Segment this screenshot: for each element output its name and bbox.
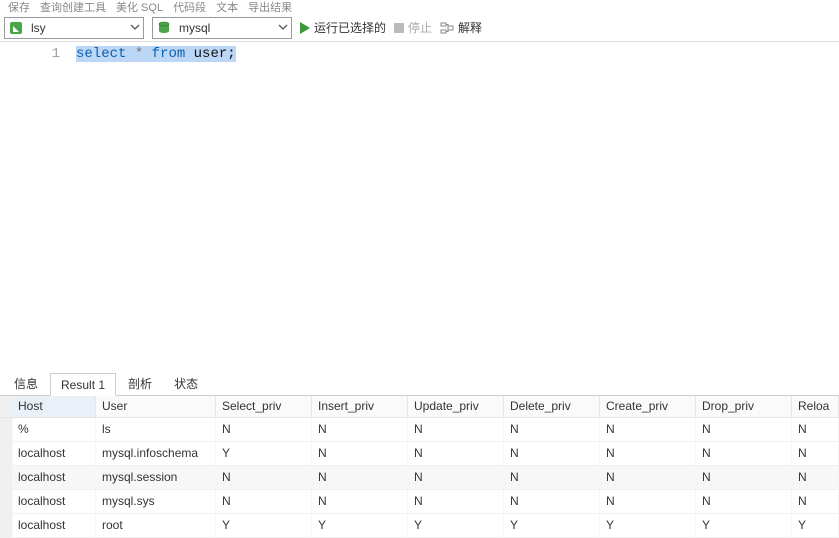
connection-select[interactable]: lsy bbox=[4, 17, 144, 39]
toolbar-item[interactable]: 美化 SQL bbox=[116, 0, 163, 14]
cell[interactable]: N bbox=[696, 466, 792, 489]
result-tabs: 信息 Result 1 剖析 状态 bbox=[0, 372, 839, 396]
cell[interactable]: N bbox=[408, 418, 504, 441]
result-grid[interactable]: Host User Select_priv Insert_priv Update… bbox=[0, 396, 839, 538]
cell[interactable]: N bbox=[408, 490, 504, 513]
cell[interactable]: N bbox=[792, 466, 839, 489]
col-header[interactable]: Create_priv bbox=[600, 396, 696, 417]
cell[interactable]: Y bbox=[504, 514, 600, 537]
run-selected-button[interactable]: 运行已选择的 bbox=[300, 19, 386, 36]
cell[interactable]: N bbox=[600, 442, 696, 465]
cell[interactable]: N bbox=[696, 490, 792, 513]
cell[interactable]: N bbox=[312, 418, 408, 441]
cell[interactable]: N bbox=[600, 490, 696, 513]
toolbar-item[interactable]: 代码段 bbox=[173, 0, 206, 14]
cell[interactable]: N bbox=[312, 490, 408, 513]
toolbar-item[interactable]: 查询创建工具 bbox=[40, 0, 106, 14]
database-value: mysql bbox=[175, 21, 275, 35]
cell[interactable]: localhost bbox=[12, 514, 96, 537]
code-area[interactable]: select * from user; bbox=[70, 42, 839, 372]
cell[interactable]: Y bbox=[600, 514, 696, 537]
cell[interactable]: N bbox=[792, 442, 839, 465]
cell[interactable]: N bbox=[408, 442, 504, 465]
cell[interactable]: N bbox=[312, 442, 408, 465]
stop-button[interactable]: 停止 bbox=[394, 19, 432, 36]
cell[interactable]: N bbox=[216, 466, 312, 489]
table-row[interactable]: localhostmysql.sysNNNNNNN bbox=[0, 490, 839, 514]
top-toolbar: 保存 查询创建工具 美化 SQL 代码段 文本 导出结果 bbox=[0, 0, 839, 14]
cell[interactable]: Y bbox=[792, 514, 839, 537]
chevron-down-icon bbox=[275, 21, 291, 35]
connection-value: lsy bbox=[27, 21, 127, 35]
cell[interactable]: N bbox=[504, 442, 600, 465]
cell[interactable]: mysql.infoschema bbox=[96, 442, 216, 465]
col-header[interactable]: Drop_priv bbox=[696, 396, 792, 417]
grid-header-row: Host User Select_priv Insert_priv Update… bbox=[0, 396, 839, 418]
cell[interactable]: ls bbox=[96, 418, 216, 441]
table-row[interactable]: localhostmysql.infoschemaYNNNNNN bbox=[0, 442, 839, 466]
cell[interactable]: N bbox=[312, 466, 408, 489]
cell[interactable]: N bbox=[216, 418, 312, 441]
cell[interactable]: Y bbox=[696, 514, 792, 537]
col-header[interactable]: Delete_priv bbox=[504, 396, 600, 417]
cell[interactable]: N bbox=[408, 466, 504, 489]
col-header[interactable]: Host bbox=[12, 396, 96, 417]
cell[interactable]: N bbox=[504, 490, 600, 513]
database-icon bbox=[155, 19, 173, 37]
database-select[interactable]: mysql bbox=[152, 17, 292, 39]
table-row[interactable]: localhostmysql.sessionNNNNNNN bbox=[0, 466, 839, 490]
line-gutter: 1 bbox=[0, 42, 70, 372]
table-row[interactable]: localhostrootYYYYYYY bbox=[0, 514, 839, 538]
cell[interactable]: root bbox=[96, 514, 216, 537]
cell[interactable]: localhost bbox=[12, 490, 96, 513]
col-header[interactable]: Insert_priv bbox=[312, 396, 408, 417]
tab-result-1[interactable]: Result 1 bbox=[50, 373, 116, 396]
cell[interactable]: N bbox=[504, 466, 600, 489]
tab-info[interactable]: 信息 bbox=[4, 371, 48, 395]
cell[interactable]: N bbox=[792, 490, 839, 513]
col-header[interactable]: Update_priv bbox=[408, 396, 504, 417]
cell[interactable]: Y bbox=[216, 442, 312, 465]
cell[interactable]: Y bbox=[312, 514, 408, 537]
cell[interactable]: N bbox=[504, 418, 600, 441]
table-row[interactable]: %lsNNNNNNN bbox=[0, 418, 839, 442]
query-toolbar: lsy mysql 运行已选择的 停止 解释 bbox=[0, 14, 839, 42]
col-header[interactable]: Select_priv bbox=[216, 396, 312, 417]
stop-icon bbox=[394, 23, 404, 33]
tab-status[interactable]: 状态 bbox=[164, 371, 208, 395]
cell[interactable]: mysql.sys bbox=[96, 490, 216, 513]
tab-profile[interactable]: 剖析 bbox=[118, 371, 162, 395]
explain-button[interactable]: 解释 bbox=[440, 19, 482, 36]
cell[interactable]: % bbox=[12, 418, 96, 441]
cell[interactable]: N bbox=[600, 418, 696, 441]
toolbar-item[interactable]: 保存 bbox=[8, 0, 30, 14]
cell[interactable]: N bbox=[792, 418, 839, 441]
connection-icon bbox=[7, 19, 25, 37]
play-icon bbox=[300, 22, 310, 34]
toolbar-item[interactable]: 文本 bbox=[216, 0, 238, 14]
cell[interactable]: localhost bbox=[12, 466, 96, 489]
cell[interactable]: N bbox=[696, 442, 792, 465]
sql-editor[interactable]: 1 select * from user; bbox=[0, 42, 839, 372]
cell[interactable]: N bbox=[696, 418, 792, 441]
explain-icon bbox=[440, 21, 454, 35]
cell[interactable]: Y bbox=[216, 514, 312, 537]
col-header[interactable]: User bbox=[96, 396, 216, 417]
line-number: 1 bbox=[0, 46, 60, 62]
col-header[interactable]: Reloa bbox=[792, 396, 839, 417]
cell[interactable]: Y bbox=[408, 514, 504, 537]
toolbar-item[interactable]: 导出结果 bbox=[248, 0, 292, 14]
chevron-down-icon bbox=[127, 21, 143, 35]
cell[interactable]: N bbox=[216, 490, 312, 513]
cell[interactable]: N bbox=[600, 466, 696, 489]
cell[interactable]: mysql.session bbox=[96, 466, 216, 489]
cell[interactable]: localhost bbox=[12, 442, 96, 465]
